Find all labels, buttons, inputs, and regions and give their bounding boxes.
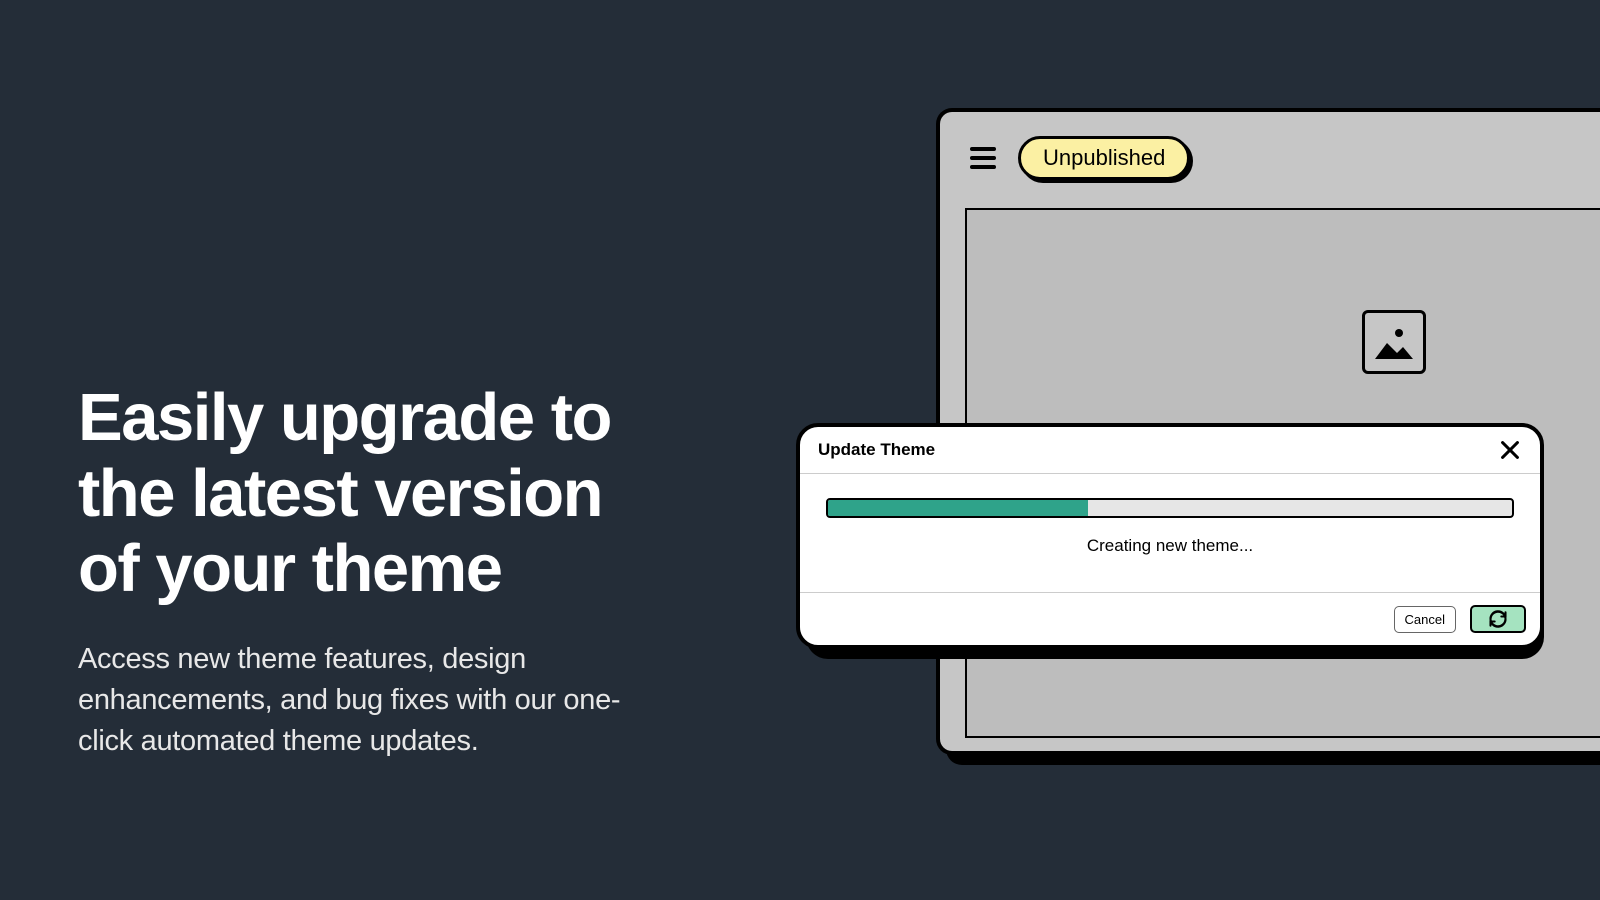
dialog-footer: Cancel bbox=[800, 592, 1540, 645]
description-text: Access new theme features, design enhanc… bbox=[78, 639, 658, 763]
dialog-header: Update Theme bbox=[800, 427, 1540, 474]
hamburger-icon[interactable] bbox=[970, 147, 996, 169]
update-theme-dialog: Update Theme Creating new theme... Cance… bbox=[796, 423, 1544, 649]
status-badge: Unpublished bbox=[1018, 136, 1190, 180]
status-text: Creating new theme... bbox=[1087, 536, 1253, 556]
image-icon bbox=[1373, 321, 1415, 363]
dialog-body: Creating new theme... bbox=[800, 474, 1540, 592]
progress-fill bbox=[828, 500, 1088, 516]
image-placeholder-icon bbox=[1362, 310, 1426, 374]
dialog-title: Update Theme bbox=[818, 440, 935, 460]
cancel-button[interactable]: Cancel bbox=[1394, 606, 1456, 633]
mockup-header: Unpublished bbox=[940, 112, 1600, 198]
refresh-icon bbox=[1488, 609, 1508, 629]
main-heading: Easily upgrade to the latest version of … bbox=[78, 380, 658, 607]
progress-bar bbox=[826, 498, 1514, 518]
marketing-text-section: Easily upgrade to the latest version of … bbox=[78, 380, 658, 763]
close-icon[interactable] bbox=[1498, 438, 1522, 462]
refresh-button[interactable] bbox=[1470, 605, 1526, 633]
